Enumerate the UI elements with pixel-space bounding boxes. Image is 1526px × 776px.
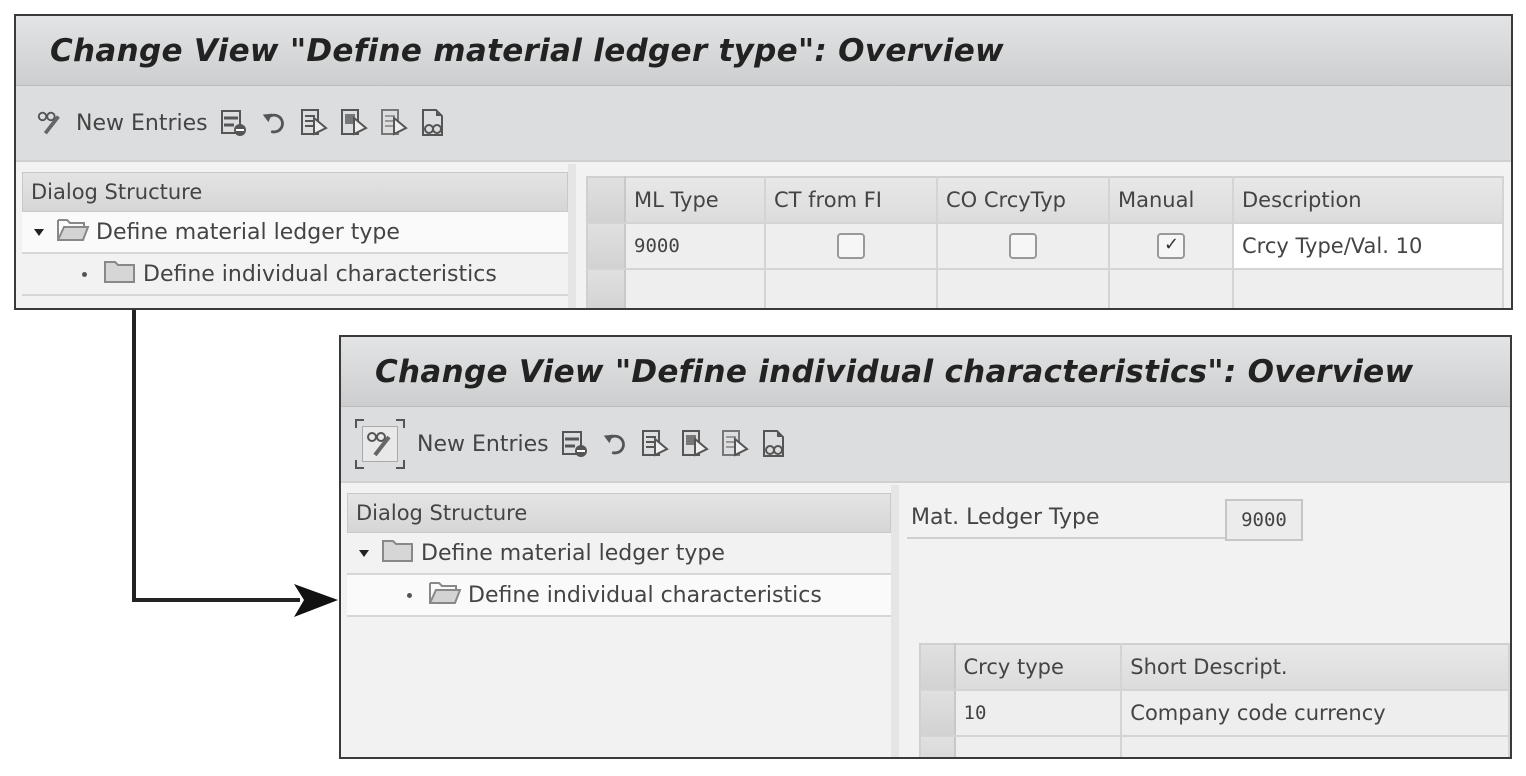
arrowhead-icon [294,584,338,617]
cell-ml-type[interactable]: 9000 [625,223,766,270]
new-entries-button[interactable]: New Entries [76,111,208,136]
cell-ct-from-fi [765,223,938,270]
mat-ledger-type-label: Mat. Ledger Type [907,499,1225,539]
tree-node-label: Define individual characteristics [143,261,497,287]
bullet-icon [82,271,87,277]
delete-icon[interactable] [561,429,589,459]
tree-node-define-material-ledger-type[interactable]: Define material ledger type [22,212,568,254]
cell-ml-type[interactable] [625,269,766,308]
display-change-icon [355,419,405,469]
display-change-button[interactable] [355,419,405,469]
select-all-rows-button[interactable] [587,177,626,224]
cell-description[interactable]: Crcy Type/Val. 10 [1233,223,1504,270]
folder-closed-icon [103,258,137,290]
display-change-icon [36,108,64,138]
select-all-rows-button[interactable] [920,644,956,691]
table-header-row: Crcy type Short Descript. [920,644,1510,691]
folder-open-icon [56,216,90,248]
page-title: Change View "Define individual character… [375,353,1414,390]
delete-icon[interactable] [220,108,248,138]
expand-triangle-icon[interactable] [359,549,369,557]
table-row: 10 Company code currency [920,690,1510,737]
cell-crcy-type[interactable] [954,736,1123,757]
select-block-icon[interactable] [681,429,709,459]
col-header-manual[interactable]: Manual [1109,177,1234,224]
co-crcytyp-checkbox[interactable] [1009,233,1037,259]
cell-short-descript[interactable] [1121,736,1510,757]
undo-icon[interactable] [601,429,629,459]
col-header-ct-from-fi[interactable]: CT from FI [765,177,938,224]
cell-ct-from-fi[interactable] [765,269,938,308]
ml-type-table: ML Type CT from FI CO CrcyTyp Manual Des… [586,176,1504,308]
cell-crcy-type[interactable]: 10 [954,690,1123,737]
tree-node-define-material-ledger-type[interactable]: Define material ledger type [347,533,891,575]
table-header-row: ML Type CT from FI CO CrcyTyp Manual Des… [587,177,1504,224]
expand-triangle-icon[interactable] [34,228,44,236]
col-header-co-crcytyp[interactable]: CO CrcyTyp [937,177,1110,224]
deselect-all-icon[interactable] [380,108,408,138]
new-entries-label: New Entries [76,110,208,136]
dialog-structure-panel: Dialog Structure Define material ledger … [341,485,899,757]
detail-area: Mat. Ledger Type 9000 Crcy type Short De… [899,485,1510,757]
table-row [587,269,1504,308]
connector-line [132,310,300,602]
print-preview-icon[interactable] [420,108,448,138]
tree-node-label: Define material ledger type [96,219,400,245]
cell-short-descript[interactable]: Company code currency [1121,690,1510,737]
tree-node-define-individual-characteristics[interactable]: Define individual characteristics [22,254,568,296]
display-change-button[interactable] [36,108,64,138]
page-title: Change View "Define material ledger type… [50,32,1004,69]
dialog-structure-header: Dialog Structure [22,172,568,212]
undo-icon[interactable] [260,108,288,138]
currency-type-table: Crcy type Short Descript. 10 Company cod… [919,643,1510,757]
select-all-icon[interactable] [641,429,669,459]
col-header-description[interactable]: Description [1233,177,1504,224]
col-header-crcy-type[interactable]: Crcy type [954,644,1123,691]
manual-checkbox[interactable] [1157,233,1185,259]
title-bar: Change View "Define individual character… [341,337,1510,407]
tree-node-label: Define material ledger type [421,540,725,566]
ct-from-fi-checkbox[interactable] [837,233,865,259]
tree-node-label: Define individual characteristics [468,582,822,608]
new-entries-label: New Entries [417,431,549,457]
cell-manual [1109,223,1234,270]
row-selector[interactable] [920,690,956,737]
select-all-icon[interactable] [300,108,328,138]
screen-define-material-ledger-type: Change View "Define material ledger type… [14,14,1513,310]
folder-closed-icon [381,537,415,569]
print-preview-icon[interactable] [761,429,789,459]
dialog-structure-panel: Dialog Structure Define material ledger … [16,164,576,308]
toolbar: New Entries [341,407,1510,483]
tree-node-define-individual-characteristics[interactable]: Define individual characteristics [347,575,891,617]
mat-ledger-type-value: 9000 [1225,499,1303,541]
body-area: Dialog Structure Define material ledger … [16,164,1511,308]
cell-manual[interactable] [1109,269,1234,308]
cell-description[interactable] [1233,269,1504,308]
table-row [920,736,1510,757]
table-row: 9000 Crcy Type/Val. 10 [587,223,1504,270]
folder-open-icon [428,579,462,611]
dialog-structure-header: Dialog Structure [347,493,891,533]
title-bar: Change View "Define material ledger type… [16,16,1511,86]
row-selector[interactable] [920,736,956,757]
mat-ledger-type-field: Mat. Ledger Type 9000 [907,499,1303,541]
select-block-icon[interactable] [340,108,368,138]
row-selector[interactable] [587,223,626,270]
col-header-short-descript[interactable]: Short Descript. [1121,644,1510,691]
col-header-ml-type[interactable]: ML Type [625,177,766,224]
toolbar: New Entries [16,86,1511,162]
deselect-all-icon[interactable] [721,429,749,459]
row-selector[interactable] [587,269,626,308]
cell-co-crcytyp [937,223,1110,270]
new-entries-button[interactable]: New Entries [417,432,549,457]
cell-co-crcytyp[interactable] [937,269,1110,308]
bullet-icon [407,592,412,598]
table-area: ML Type CT from FI CO CrcyTyp Manual Des… [576,164,1511,308]
screen-define-individual-characteristics: Change View "Define individual character… [339,335,1512,759]
body-area: Dialog Structure Define material ledger … [341,485,1510,757]
